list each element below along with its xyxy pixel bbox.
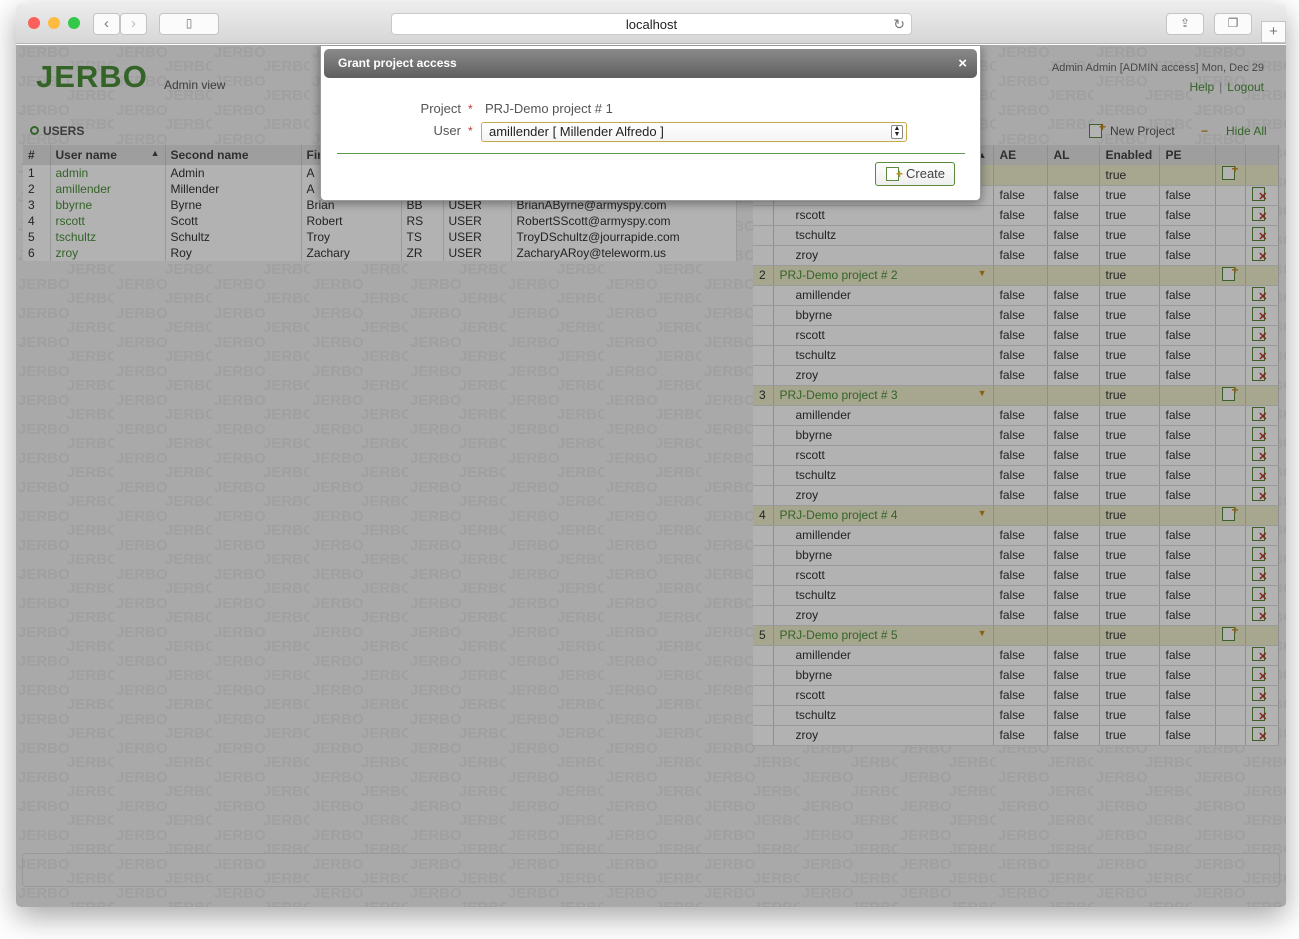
required-mark: * (468, 102, 473, 116)
dialog-divider (337, 153, 965, 154)
dialog-title-bar: Grant project access × (324, 49, 977, 78)
browser-toolbar: ‹ › ▯ localhost ↻ ⇪ ❐ + (16, 4, 1286, 44)
dialog-title: Grant project access (338, 56, 457, 70)
user-select-value: amillender [ Millender Alfredo ] (489, 124, 664, 139)
close-window-button[interactable] (28, 17, 40, 29)
required-mark: * (468, 124, 473, 138)
share-icon[interactable]: ⇪ (1166, 13, 1204, 35)
reload-icon[interactable]: ↻ (893, 14, 905, 35)
sidebar-toggle-icon[interactable]: ▯ (159, 13, 219, 35)
user-select[interactable]: amillender [ Millender Alfredo ] ▲ ▼ (481, 122, 907, 142)
tabs-overview-icon[interactable]: ❐ (1214, 13, 1252, 35)
create-button[interactable]: Create (875, 162, 955, 186)
address-text: localhost (625, 17, 678, 32)
select-arrows-icon: ▲ ▼ (891, 125, 903, 139)
address-bar[interactable]: localhost ↻ (391, 13, 912, 35)
create-label: Create (906, 166, 946, 181)
browser-window: ‹ › ▯ localhost ↻ ⇪ ❐ + JERBO JERBO JERB… (16, 4, 1286, 907)
back-button[interactable]: ‹ (93, 13, 120, 35)
add-icon (886, 163, 903, 185)
project-label: Project (420, 101, 461, 116)
minimize-window-button[interactable] (48, 17, 60, 29)
grant-access-dialog: Grant project access × Project * PRJ-Dem… (320, 45, 981, 201)
page-content: JERBO JERBO JERBO Admin view Admin Admin… (16, 45, 1286, 907)
zoom-window-button[interactable] (68, 17, 80, 29)
forward-button[interactable]: › (120, 13, 147, 35)
user-label: User (433, 123, 461, 138)
project-value: PRJ-Demo project # 1 (485, 101, 613, 116)
new-tab-icon[interactable]: + (1261, 21, 1286, 43)
close-icon[interactable]: × (958, 49, 967, 78)
